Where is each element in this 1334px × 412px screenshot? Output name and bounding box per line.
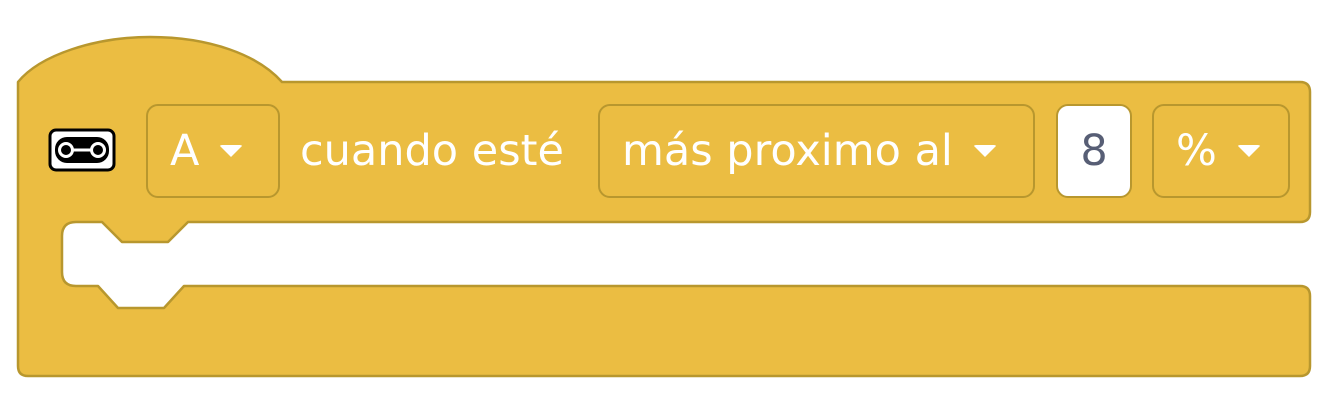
block-text-cuando-este: cuando esté — [300, 126, 564, 176]
condition-dropdown[interactable]: más proximo al — [598, 104, 1035, 198]
distance-sensor-icon — [48, 128, 116, 172]
caret-down-icon — [1236, 145, 1261, 157]
unit-dropdown[interactable]: % — [1152, 104, 1290, 198]
event-block-shape[interactable] — [0, 0, 1334, 412]
port-dropdown-value: A — [170, 126, 200, 176]
caret-down-icon — [219, 145, 244, 157]
port-dropdown[interactable]: A — [146, 104, 280, 198]
distance-value-input[interactable]: 8 — [1056, 104, 1132, 198]
unit-dropdown-value: % — [1176, 126, 1217, 176]
condition-dropdown-value: más proximo al — [622, 126, 953, 176]
caret-down-icon — [972, 145, 997, 157]
